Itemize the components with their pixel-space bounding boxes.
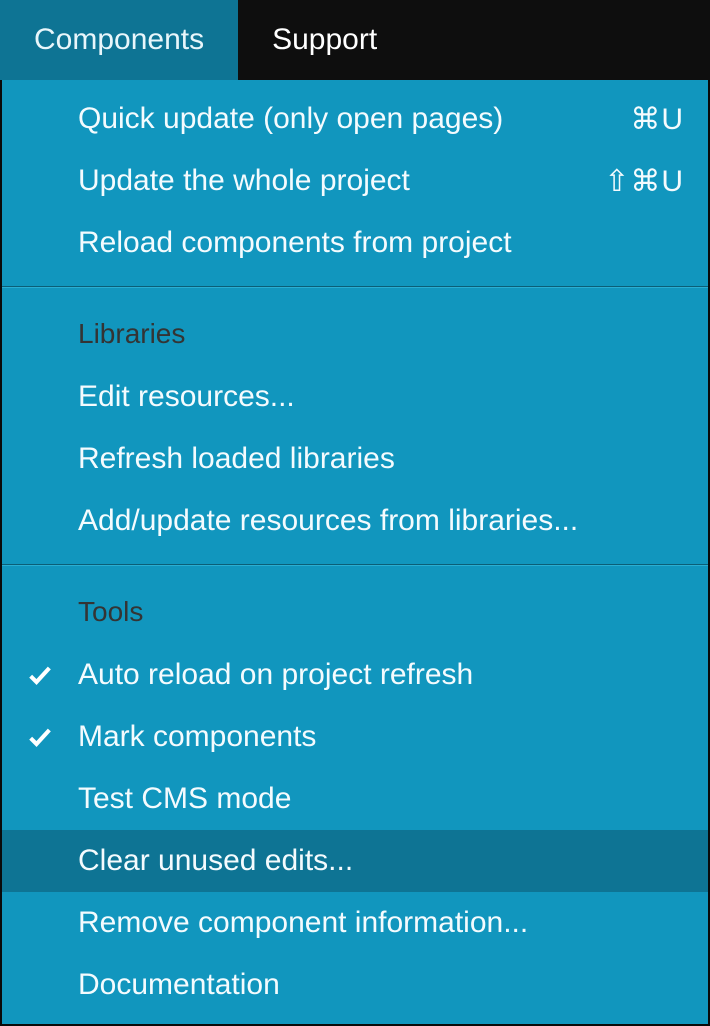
menubar: Components Support — [0, 0, 710, 80]
menu-item-quick-update[interactable]: Quick update (only open pages) ⌘U — [2, 88, 708, 150]
dropdown-divider — [2, 286, 708, 288]
menu-item-shortcut: ⇧⌘U — [574, 164, 684, 199]
menu-item-label: Clear unused edits... — [78, 844, 574, 878]
menu-item-clear-unused-edits[interactable]: Clear unused edits... — [2, 830, 708, 892]
menu-item-label: Documentation — [78, 968, 574, 1002]
check-icon — [26, 661, 54, 689]
menubar-item-label: Support — [272, 23, 377, 57]
menu-item-label: Auto reload on project refresh — [78, 658, 574, 692]
dropdown-section: Quick update (only open pages) ⌘U Update… — [2, 80, 708, 282]
menu-item-auto-reload[interactable]: Auto reload on project refresh — [2, 644, 708, 706]
check-column — [2, 723, 78, 751]
check-icon — [26, 723, 54, 751]
dropdown-section-libraries: Libraries Edit resources... Refresh load… — [2, 292, 708, 560]
menu-item-edit-resources[interactable]: Edit resources... — [2, 366, 708, 428]
menu-item-documentation[interactable]: Documentation — [2, 954, 708, 1016]
menu-item-test-cms-mode[interactable]: Test CMS mode — [2, 768, 708, 830]
section-header-libraries: Libraries — [2, 300, 708, 366]
menu-item-add-update-resources[interactable]: Add/update resources from libraries... — [2, 490, 708, 552]
menu-item-update-whole-project[interactable]: Update the whole project ⇧⌘U — [2, 150, 708, 212]
menu-item-label: Refresh loaded libraries — [78, 442, 574, 476]
components-dropdown: Quick update (only open pages) ⌘U Update… — [0, 80, 710, 1026]
menu-item-label: Edit resources... — [78, 380, 574, 414]
menu-item-label: Remove component information... — [78, 906, 574, 940]
menu-item-label: Test CMS mode — [78, 782, 574, 816]
menubar-item-components[interactable]: Components — [0, 0, 238, 80]
menu-item-mark-components[interactable]: Mark components — [2, 706, 708, 768]
menu-item-label: Mark components — [78, 720, 574, 754]
dropdown-divider — [2, 564, 708, 566]
menu-item-remove-component-info[interactable]: Remove component information... — [2, 892, 708, 954]
menu-item-label: Reload components from project — [78, 226, 574, 260]
dropdown-section-tools: Tools Auto reload on project refresh Mar… — [2, 570, 708, 1024]
check-column — [2, 661, 78, 689]
menu-item-reload-components[interactable]: Reload components from project — [2, 212, 708, 274]
menubar-item-support[interactable]: Support — [238, 0, 411, 80]
menu-item-label: Quick update (only open pages) — [78, 102, 574, 136]
menu-item-label: Add/update resources from libraries... — [78, 504, 578, 538]
menubar-item-label: Components — [34, 23, 204, 57]
section-header-tools: Tools — [2, 578, 708, 644]
menu-item-shortcut: ⌘U — [574, 102, 684, 137]
app-root: Components Support Quick update (only op… — [0, 0, 710, 1026]
menu-item-refresh-libraries[interactable]: Refresh loaded libraries — [2, 428, 708, 490]
menu-item-label: Update the whole project — [78, 164, 574, 198]
